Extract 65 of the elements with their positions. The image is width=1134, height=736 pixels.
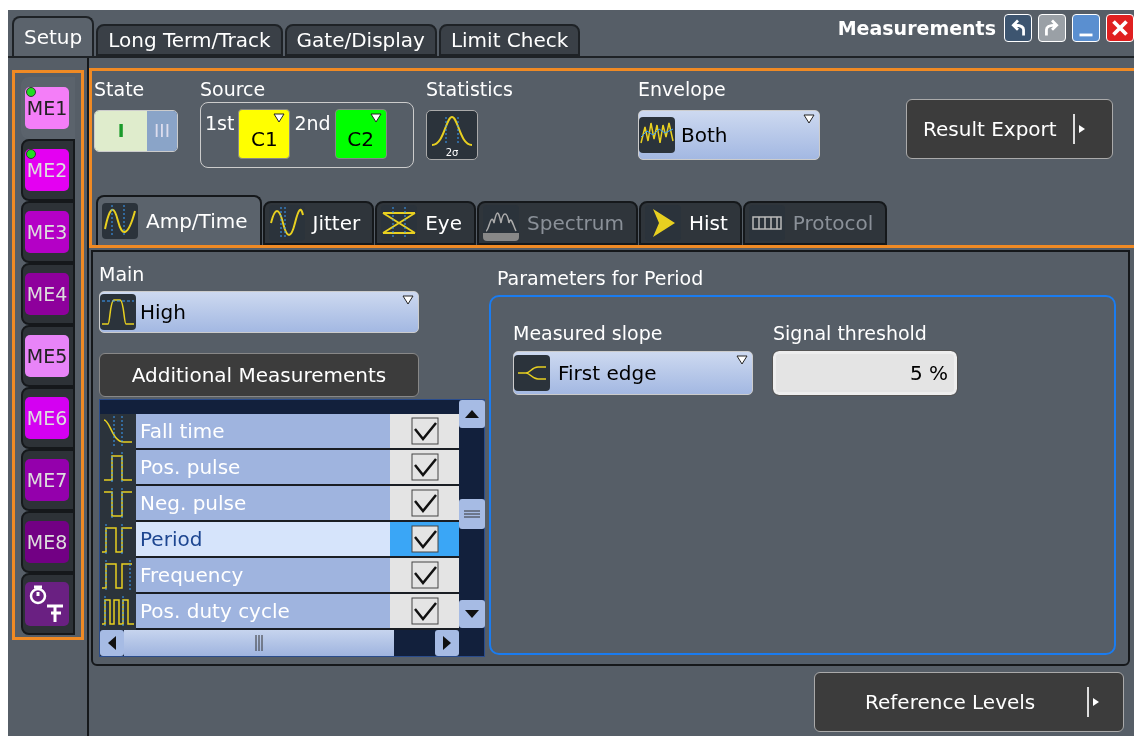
vertical-scrollbar[interactable] [459,399,485,628]
label: Source [200,77,267,102]
measurement-tab[interactable]: ME4 [21,263,75,325]
minimize-icon[interactable] [1072,14,1100,43]
high-level-icon [100,293,136,330]
timer-tab[interactable] [21,573,75,635]
slope-dropdown[interactable]: First edge [513,351,753,395]
label: State [94,77,146,102]
checkbox[interactable] [410,452,439,481]
measurement-tab[interactable]: ME1 [21,77,75,139]
tab[interactable]: Setup [12,16,95,56]
additional-measurements-button[interactable]: Additional Measurements [99,352,419,397]
threshold-field[interactable]: 5 % [773,351,957,395]
checkbox[interactable] [410,416,439,445]
close-icon[interactable] [1106,14,1134,43]
checkbox[interactable] [410,488,439,517]
scroll-thumb[interactable] [124,629,394,656]
dropdown-arrow-icon [736,355,748,365]
label: Main [99,262,146,287]
checkbox[interactable] [410,524,439,553]
label: 2nd [294,110,331,136]
dropdown-arrow-icon [402,294,414,305]
submenu-arrow-icon [1072,114,1087,144]
bell-curve-icon [430,114,474,147]
reference-levels-button[interactable]: Reference Levels [814,672,1124,732]
envelope-wave-icon [639,116,675,153]
main-dropdown[interactable]: High [99,290,419,333]
scroll-right-icon[interactable] [435,629,459,656]
tab[interactable]: Eye [375,201,476,245]
scroll-left-icon[interactable] [100,629,124,656]
envelope-dropdown[interactable]: Both [638,109,820,160]
tab[interactable]: Amp/Time [96,195,262,245]
section-title: Parameters for Period [497,266,705,291]
edge-icon [514,355,550,391]
dropdown-arrow-icon [273,112,286,123]
tab[interactable]: Limit Check [438,24,581,56]
channel-dropdown[interactable]: C1 [238,108,291,159]
undo-icon[interactable] [1004,14,1032,43]
tab[interactable]: Jitter [262,201,375,245]
tab[interactable]: Long Term/Track [96,24,283,56]
label: 1st [205,110,235,136]
dropdown-arrow-icon [803,113,815,124]
checkbox[interactable] [410,560,439,589]
window-title: Measurements [837,16,996,41]
tab[interactable]: Gate/Display [284,24,437,56]
label: Measured slope [513,320,664,346]
tab[interactable]: Hist [638,201,742,245]
scroll-up-icon[interactable] [459,399,485,428]
channel-dropdown[interactable]: C2 [334,108,387,159]
stopwatch-icon [25,582,69,626]
checkbox[interactable] [410,596,439,625]
measurement-tab[interactable]: ME5 [21,325,75,387]
dropdown-arrow-icon [369,112,382,123]
label: Envelope [638,77,727,102]
scroll-thumb-icon[interactable] [459,498,485,529]
list-row[interactable]: Period [100,521,459,558]
scroll-down-icon[interactable] [459,599,485,628]
horizontal-scrollbar[interactable] [100,629,459,656]
label: Signal threshold [773,320,928,346]
measurement-tab[interactable]: ME8 [21,511,75,573]
label: Statistics [426,77,514,102]
result-export-button[interactable]: Result Export [906,99,1113,159]
statistics-button[interactable]: 2σ [426,109,478,160]
measurement-tab[interactable]: ME3 [21,201,75,263]
measurement-tab[interactable]: ME7 [21,449,75,511]
